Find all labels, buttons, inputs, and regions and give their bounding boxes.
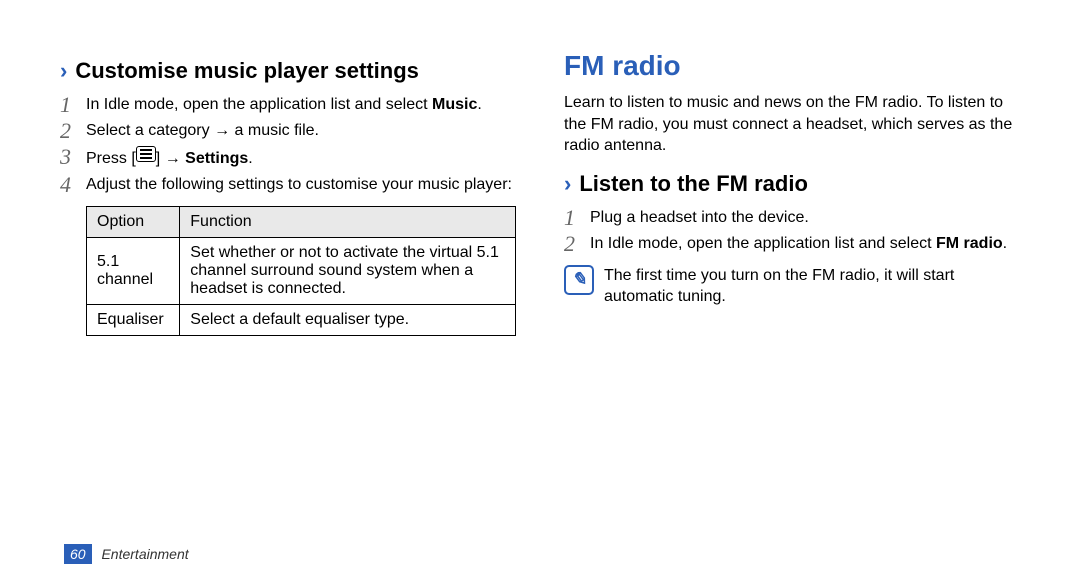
table-header: Option [87,206,180,237]
step-bold: FM radio [936,235,1003,252]
table-cell: Equaliser [87,304,180,335]
step-bold: Settings [185,150,248,167]
step-bold: Music [432,96,477,113]
page-number: 60 [64,544,92,564]
step-1: 1 In Idle mode, open the application lis… [60,94,516,116]
note-icon: ✎ [564,265,594,295]
table-header: Function [180,206,516,237]
note: ✎ The first time you turn on the FM radi… [564,265,1020,308]
fm-radio-title: FM radio [564,50,1020,82]
step-2: 2 Select a category → a music file. [60,120,516,142]
step-number: 4 [60,174,86,196]
step-text: Plug a headset into the device. [590,209,809,226]
step-body: In Idle mode, open the application list … [86,94,516,116]
table-cell: Set whether or not to activate the virtu… [180,237,516,304]
step-number: 1 [60,94,86,116]
step-text: → [160,150,185,167]
step-number: 2 [564,233,590,255]
table-cell: 5.1 channel [87,237,180,304]
listen-heading-text: Listen to the FM radio [579,171,808,197]
step-text: Press [86,150,131,167]
step-text: . [248,150,252,167]
step-text: In Idle mode, open the application list … [590,235,936,252]
fm-radio-intro: Learn to listen to music and news on the… [564,92,1020,157]
step-4: 4 Adjust the following settings to custo… [60,174,516,196]
note-icon-glyph: ✎ [571,269,586,290]
step-3: 3 Press [] → Settings. [60,146,516,170]
step-body: Press [] → Settings. [86,146,516,170]
step-number: 2 [60,120,86,142]
step-2: 2 In Idle mode, open the application lis… [564,233,1020,255]
table-row: 5.1 channel Set whether or not to activa… [87,237,516,304]
left-column: › Customise music player settings 1 In I… [60,50,516,336]
step-body: Select a category → a music file. [86,120,516,142]
step-text: . [477,96,481,113]
table-row: Equaliser Select a default equaliser typ… [87,304,516,335]
step-1: 1 Plug a headset into the device. [564,207,1020,229]
chevron-icon: › [60,60,67,82]
customise-heading: › Customise music player settings [60,58,516,84]
table-cell: Select a default equaliser type. [180,304,516,335]
chevron-icon: › [564,173,571,195]
step-text: In Idle mode, open the application list … [86,96,432,113]
options-table: Option Function 5.1 channel Set whether … [86,206,516,336]
step-number: 3 [60,146,86,168]
step-body: Adjust the following settings to customi… [86,174,516,196]
listen-heading: › Listen to the FM radio [564,171,1020,197]
chapter-name: Entertainment [101,546,188,562]
note-text: The first time you turn on the FM radio,… [604,265,1020,308]
step-text: Adjust the following settings to customi… [86,176,512,193]
step-text: . [1003,235,1007,252]
right-column: FM radio Learn to listen to music and ne… [564,50,1020,336]
step-body: Plug a headset into the device. [590,207,1020,229]
step-number: 1 [564,207,590,229]
step-text: Select a category → a music file. [86,122,319,139]
customise-heading-text: Customise music player settings [75,58,419,84]
table-header-row: Option Function [87,206,516,237]
customise-steps: 1 In Idle mode, open the application lis… [60,94,516,196]
step-body: In Idle mode, open the application list … [590,233,1020,255]
listen-steps: 1 Plug a headset into the device. 2 In I… [564,207,1020,255]
menu-key-icon [136,146,156,162]
page-footer: 60 Entertainment [64,546,189,562]
